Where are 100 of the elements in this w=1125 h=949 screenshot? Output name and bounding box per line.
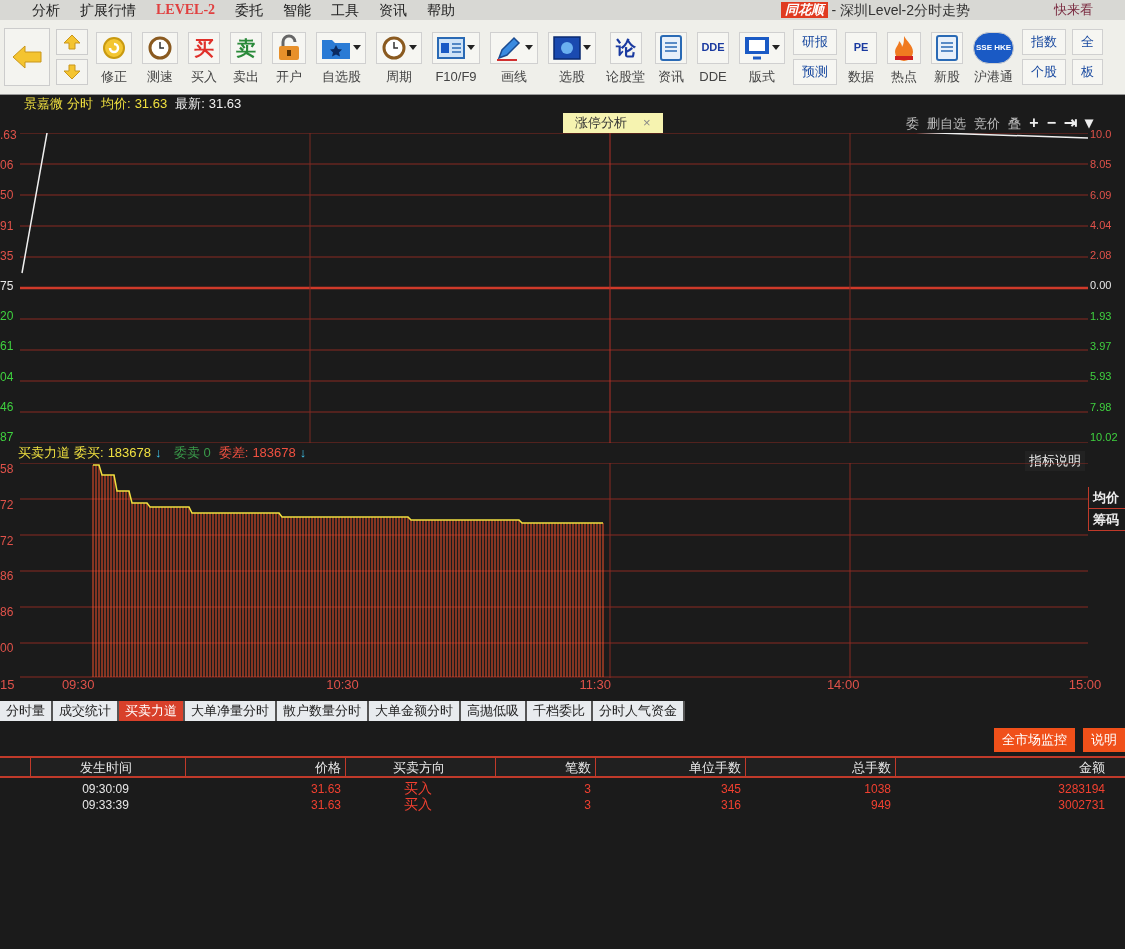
toolbar-button[interactable]: 论 论股堂 <box>604 31 647 83</box>
menu-item[interactable]: 委托 <box>235 3 264 17</box>
chart-tool[interactable]: + <box>1029 115 1039 131</box>
bid-volume-label: 委买: <box>74 444 104 463</box>
refresh-icon <box>101 34 127 61</box>
down-button[interactable] <box>56 59 88 85</box>
menu-item[interactable]: 资讯 <box>379 3 408 17</box>
percent-axis-label: 10.02 <box>1090 431 1119 443</box>
bottom-tab[interactable]: 成交统计 <box>53 701 119 721</box>
price-axis-label: 35 <box>0 249 15 262</box>
chart-tool[interactable]: 叠 <box>1008 116 1022 130</box>
bottom-tab[interactable]: 千档委比 <box>527 701 593 721</box>
chart-tool[interactable]: 委 <box>906 116 920 130</box>
caret-icon <box>409 45 417 50</box>
bottom-tab[interactable]: 分时人气资金 <box>593 701 685 721</box>
card-icon <box>437 36 465 59</box>
action-button[interactable]: 全市场监控 <box>994 728 1075 752</box>
toolbar-label: 修正 <box>101 69 127 83</box>
table-cell-text: 3283194 <box>1057 780 1106 798</box>
analysis-tab[interactable]: 涨停分析 × <box>563 113 663 133</box>
price-axis-label: .63 <box>0 129 18 141</box>
promo-text: 快来看 <box>1054 1 1093 20</box>
chart-tool[interactable]: ⇥ <box>1064 115 1077 131</box>
toolbar-button[interactable]: 板 <box>1072 59 1104 85</box>
table-cell-text: 买入 <box>403 779 433 797</box>
menu-item[interactable]: 工具 <box>331 3 360 17</box>
column-header[interactable]: 买卖方向 <box>345 758 495 778</box>
volume-difference: 183678 <box>252 444 296 463</box>
menu-item[interactable]: 分析 <box>32 3 60 17</box>
toolbar-button[interactable]: 研报 <box>793 29 837 55</box>
caret-icon <box>583 45 591 50</box>
time-axis-label: 15:00 <box>1068 678 1102 691</box>
bottom-tab[interactable]: 买卖力道 <box>119 701 185 721</box>
toolbar-button[interactable]: PE 数据 <box>843 31 879 83</box>
column-header[interactable]: 单位手数 <box>595 758 745 778</box>
action-button[interactable]: 说明 <box>1083 728 1125 752</box>
table-cell-text: 09:33:39 <box>81 796 130 814</box>
chart-tool[interactable]: 竞价 <box>974 116 1001 130</box>
menu-item[interactable]: 帮助 <box>427 3 456 17</box>
average-price-label: 均价: <box>101 95 131 114</box>
column-header[interactable]: 发生时间 <box>30 758 185 778</box>
toolbar-button[interactable]: 买 买入 <box>186 31 222 83</box>
caret-icon <box>772 45 780 50</box>
side-button[interactable]: 筹码 <box>1088 509 1125 531</box>
bottom-tab[interactable]: 大单净量分时 <box>185 701 277 721</box>
menu-item[interactable]: 扩展行情 <box>80 3 136 17</box>
up-arrow-icon <box>63 34 81 50</box>
table-cell-text: 1038 <box>863 780 892 798</box>
toolbar-button[interactable]: 指数 <box>1022 29 1067 55</box>
toolbar-button[interactable]: SSE HKE 沪港通 <box>971 31 1017 83</box>
back-button[interactable] <box>4 28 50 86</box>
chart-tool[interactable]: − <box>1046 115 1056 131</box>
bottom-tab[interactable]: 散户数量分时 <box>277 701 369 721</box>
bottom-tab[interactable]: 高抛低吸 <box>461 701 527 721</box>
indicator-help-button[interactable]: 指标说明 <box>1025 451 1085 471</box>
screen-icon <box>553 35 581 60</box>
percent-axis-label: 0.00 <box>1090 280 1113 292</box>
window-title: - 深圳Level-2分时走势 <box>831 0 970 20</box>
price-axis-label: 75 <box>0 279 15 292</box>
time-axis-label: 11:30 <box>579 678 611 691</box>
up-button[interactable] <box>56 29 88 55</box>
chart-tool[interactable]: 删自选 <box>927 116 967 130</box>
toolbar-button[interactable]: DDE DDE <box>695 31 731 83</box>
clock-icon <box>147 34 173 61</box>
percent-axis-label: 1.93 <box>1090 310 1113 322</box>
toolbar-label: 开户 <box>276 69 302 83</box>
table-cell-text: 3002731 <box>1057 796 1106 814</box>
column-header[interactable]: 金额 <box>895 758 1109 778</box>
toolbar-label: 选股 <box>559 69 585 83</box>
time-axis-label: 14:00 <box>826 678 860 691</box>
column-header[interactable]: 总手数 <box>745 758 895 778</box>
percent-axis-label: 7.98 <box>1090 401 1113 413</box>
toolbar-label: 沪港通 <box>974 69 1014 83</box>
toolbar-button[interactable]: 个股 <box>1022 59 1067 85</box>
menu-item[interactable]: 智能 <box>283 3 312 17</box>
toolbar-label: 数据 <box>848 69 874 83</box>
toolbar-button[interactable]: 全 <box>1072 29 1104 55</box>
percent-axis-label: 6.09 <box>1090 189 1113 201</box>
price-axis-label: 91 <box>0 219 15 232</box>
toolbar-button[interactable]: 卖 卖出 <box>228 31 264 83</box>
glyph-icon: PE <box>845 31 877 64</box>
glyph-icon: DDE <box>697 31 729 64</box>
price-axis-label: 06 <box>0 159 15 172</box>
app-logo: 同花顺 <box>780 1 828 19</box>
toolbar-label: 卖出 <box>233 69 259 83</box>
volume-axis-label: 86 <box>0 606 15 619</box>
ask-volume-label: 委卖 <box>173 444 200 463</box>
chart-tool[interactable]: ▾ <box>1085 115 1093 131</box>
glyph-icon: SSE HKE <box>973 31 1015 64</box>
column-header[interactable]: 价格 <box>185 758 345 778</box>
price-axis-label: 46 <box>0 400 15 413</box>
bottom-tab[interactable]: 分时量 <box>0 701 53 721</box>
side-button[interactable]: 均价 <box>1088 487 1125 509</box>
glyph-icon: 论 <box>609 31 642 64</box>
bottom-tab[interactable]: 大单金额分时 <box>369 701 461 721</box>
column-header[interactable]: 笔数 <box>495 758 595 778</box>
arrow-glyph: ↓ <box>155 444 162 463</box>
toolbar-button[interactable]: 预测 <box>793 59 837 85</box>
last-price: 31.63 <box>208 95 242 114</box>
padlock-icon <box>277 33 301 62</box>
